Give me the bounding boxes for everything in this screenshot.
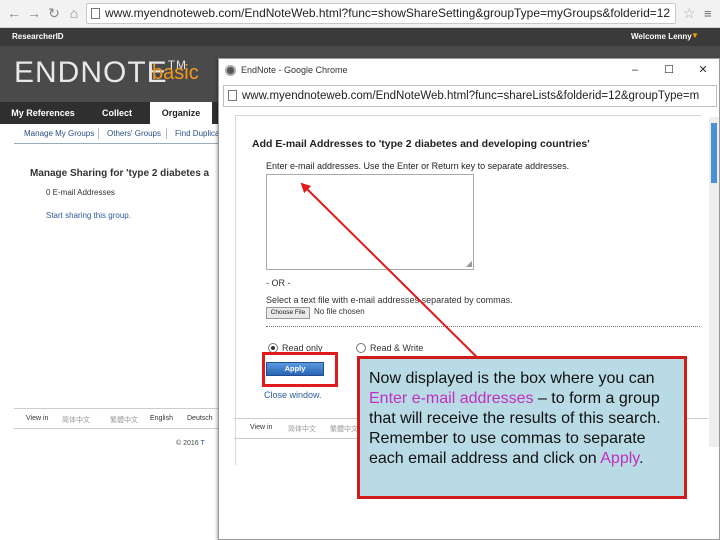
tab-collect[interactable]: Collect [84, 102, 150, 124]
resize-handle-icon[interactable]: ◢ [466, 260, 472, 268]
lang-deutsch[interactable]: Deutsch [187, 415, 213, 422]
endnote-logo-text: ENDNOTE [14, 56, 168, 89]
lang-english[interactable]: English [150, 415, 173, 422]
dotted-divider [266, 326, 700, 327]
email-instructions: Enter e-mail addresses. Use the Enter or… [266, 161, 570, 171]
address-bar-url: www.myendnoteweb.com/EndNoteWeb.html?fun… [105, 6, 671, 20]
copyright-link[interactable]: T [201, 440, 205, 447]
researcher-id-link[interactable]: ResearcherID [12, 32, 64, 41]
endnote-logo-basic: basic [152, 62, 199, 84]
copyright-text: © 2016 T [176, 440, 205, 447]
footer-rule [14, 428, 220, 429]
instruction-callout: Now displayed is the box where you can E… [357, 356, 687, 499]
lang-traditional-chinese[interactable]: 繁體中文 [110, 415, 138, 425]
no-file-chosen-text: No file chosen [314, 307, 365, 316]
popup-lang-traditional-chinese[interactable]: 繁體中文 [330, 424, 358, 434]
email-address-count: 0 E-mail Addresses [46, 188, 115, 197]
choose-file-button[interactable]: Choose File [266, 307, 310, 319]
popup-footer-view-in: View in [250, 424, 273, 431]
page-icon [91, 8, 100, 19]
subtab-divider [166, 128, 167, 139]
tab-organize[interactable]: Organize [150, 102, 212, 124]
copyright-year: © 2016 [176, 440, 199, 447]
callout-highlight-enter-email: Enter e-mail addresses [369, 390, 534, 407]
subtab-divider [98, 128, 99, 139]
callout-text-after: . [639, 450, 644, 467]
popup-footer-rule [234, 438, 364, 439]
tab-my-references[interactable]: My References [8, 102, 78, 124]
or-divider: - OR - [266, 278, 291, 288]
close-window-link[interactable]: Close window. [264, 390, 322, 400]
reload-icon[interactable]: ↻ [46, 5, 62, 21]
apply-button-highlight [262, 352, 338, 387]
select-file-label: Select a text file with e-mail addresses… [266, 295, 513, 305]
callout-text-before: Now displayed is the box where you can [369, 370, 655, 387]
start-sharing-link[interactable]: Start sharing this group. [46, 211, 131, 220]
email-addresses-textarea[interactable]: ◢ [266, 174, 474, 270]
address-bar[interactable]: www.myendnoteweb.com/EndNoteWeb.html?fun… [86, 3, 676, 24]
subtab-manage-my-groups[interactable]: Manage My Groups [24, 129, 94, 138]
arrow-right-icon[interactable]: → [26, 5, 42, 21]
add-email-heading: Add E-mail Addresses to 'type 2 diabetes… [252, 138, 590, 150]
menu-icon[interactable]: ≡ [704, 6, 712, 21]
welcome-user-menu[interactable]: Welcome Lenny [631, 32, 692, 41]
bookmark-star-icon[interactable]: ☆ [683, 5, 696, 22]
manage-sharing-title: Manage Sharing for 'type 2 diabetes a [30, 168, 210, 179]
arrow-left-icon[interactable]: ← [6, 5, 22, 21]
subtab-others-groups[interactable]: Others' Groups [107, 129, 161, 138]
lang-simplified-chinese[interactable]: 简体中文 [62, 415, 90, 425]
read-write-radio[interactable] [356, 343, 366, 353]
browser-toolbar: ← → ↻ ⌂ www.myendnoteweb.com/EndNoteWeb.… [0, 0, 720, 28]
callout-highlight-apply: Apply [600, 450, 640, 467]
footer-rule [14, 408, 220, 409]
read-write-label: Read & Write [370, 343, 424, 353]
endnote-top-bar: ResearcherID Welcome Lenny ▼ [0, 28, 720, 46]
chevron-down-icon[interactable]: ▼ [691, 31, 699, 40]
popup-lang-simplified-chinese[interactable]: 简体中文 [288, 424, 316, 434]
subtab-rule [14, 143, 220, 144]
subtab-find-duplicates[interactable]: Find Duplica [175, 129, 219, 138]
home-icon[interactable]: ⌂ [66, 5, 82, 21]
footer-view-in: View in [26, 415, 49, 422]
